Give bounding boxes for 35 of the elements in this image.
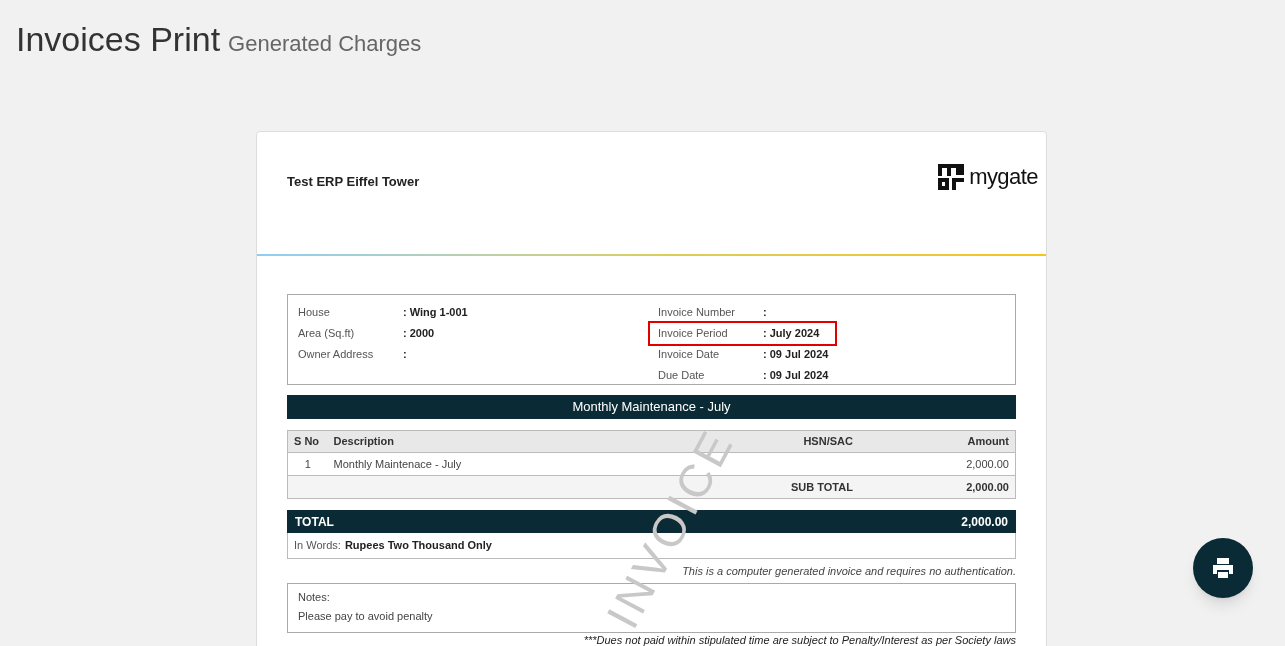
field-label: Due Date: [658, 368, 706, 384]
page-subtitle: Generated Charges: [228, 30, 422, 58]
mygate-logo: mygate: [938, 160, 1038, 193]
notes-label: Notes:: [298, 589, 331, 605]
field-label: Owner Address: [298, 347, 375, 363]
footer-note: ***Dues not paid within stipulated time are subject to Penalty/Interest as per Society laws: [582, 633, 1016, 646]
column-header: S No: [287, 430, 328, 453]
field-value: : Wing 1-001: [403, 305, 468, 321]
field-value: : 09 Jul 2024: [763, 368, 829, 384]
field-label: Invoice Date: [658, 347, 721, 363]
page-title: Invoices Print: [16, 19, 221, 60]
print-button[interactable]: [1193, 538, 1253, 598]
field-label: Area (Sq.ft): [298, 326, 356, 342]
field-label: House: [298, 305, 331, 321]
society-name: Test ERP Eiffel Tower: [287, 173, 420, 191]
table-cell: 1: [287, 452, 328, 476]
field-label: Invoice Number: [658, 305, 737, 321]
logo-icon: [938, 163, 965, 190]
field-value: : 2000: [403, 326, 435, 342]
in-words-value: Rupees Two Thousand Only: [344, 538, 492, 554]
field-value: : July 2024: [763, 326, 820, 342]
field-value: :: [763, 305, 767, 321]
field-value: : 09 Jul 2024: [763, 347, 829, 363]
subtotal-value: 2,000.00: [862, 475, 1016, 499]
column-header: Amount: [862, 430, 1016, 453]
total-value: 2,000.00: [961, 513, 1008, 531]
table-cell: 2,000.00: [862, 452, 1016, 476]
field-value: :: [403, 347, 407, 363]
section-title: Monthly Maintenance - July: [287, 395, 1016, 419]
in-words-label: In Words:: [294, 538, 341, 554]
print-icon: [1211, 557, 1235, 579]
total-label: TOTAL: [295, 513, 334, 531]
field-label: Invoice Period: [658, 326, 729, 342]
subtotal-label: SUB TOTAL: [712, 475, 863, 499]
column-header: Description: [327, 430, 713, 453]
